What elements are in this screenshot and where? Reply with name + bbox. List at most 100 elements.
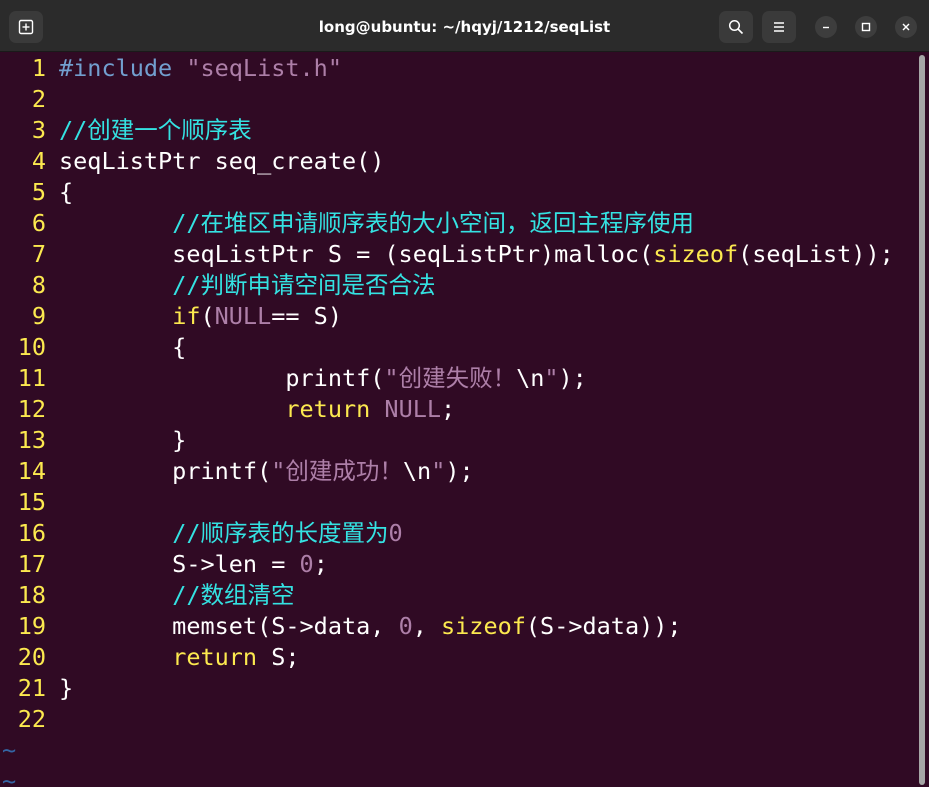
code-text: //创建一个顺序表 (59, 115, 252, 146)
menu-button[interactable] (762, 11, 796, 43)
code-token: NULL (214, 302, 272, 330)
line-number: 11 (17, 364, 46, 392)
line-number: 15 (17, 488, 46, 516)
code-token: ); (445, 457, 474, 485)
code-line: 18 //数组清空 (0, 580, 916, 611)
line-number: 6 (31, 209, 46, 237)
code-token: memset(S->data, (59, 612, 399, 640)
code-token: " (431, 457, 446, 485)
search-icon (728, 19, 744, 35)
code-line: 21} (0, 673, 916, 704)
scrollbar-thumb[interactable] (919, 55, 925, 785)
code-token: } (59, 674, 74, 702)
code-line: 17 S->len = 0; (0, 549, 916, 580)
code-token: , (412, 612, 442, 640)
code-line: 16 //顺序表的长度置为0 (0, 518, 916, 549)
line-number: 21 (17, 674, 46, 702)
close-button[interactable] (895, 16, 917, 38)
line-number: 14 (17, 457, 46, 485)
code-text: #include "seqList.h" (59, 53, 342, 84)
code-token: //顺序表的长度置为 (172, 519, 389, 547)
code-token: (S->data)); (525, 612, 682, 640)
code-token: #include (59, 54, 187, 82)
code-text: //判断申请空间是否合法 (59, 270, 435, 301)
code-text: } (59, 425, 186, 456)
line-number: 13 (17, 426, 46, 454)
code-token: return (285, 395, 371, 423)
maximize-icon (861, 22, 871, 32)
code-text: seqListPtr S = (seqListPtr)malloc(sizeof… (59, 239, 894, 270)
line-number: 17 (17, 550, 46, 578)
line-number: 2 (31, 85, 46, 113)
code-token: ); (558, 364, 587, 392)
code-text: printf("创建失败！\n"); (59, 363, 587, 394)
code-line: 8 //判断申请空间是否合法 (0, 270, 916, 301)
minimize-button[interactable] (815, 16, 837, 38)
code-line: 1 #include "seqList.h" (0, 53, 916, 84)
code-line: 10 { (0, 332, 916, 363)
line-number: 22 (17, 705, 46, 733)
minimize-icon (823, 26, 829, 29)
line-number: 4 (31, 147, 46, 175)
code-token: "创建成功！ (271, 457, 403, 485)
code-text: printf("创建成功！\n"); (59, 456, 474, 487)
line-number: 19 (17, 612, 46, 640)
code-token: 0 (388, 519, 403, 547)
code-text: } (59, 673, 73, 704)
line-number: 8 (31, 271, 46, 299)
search-button[interactable] (719, 11, 753, 43)
code-line: 2 (0, 84, 916, 115)
maximize-button[interactable] (855, 16, 877, 38)
code-line: 12 return NULL; (0, 394, 916, 425)
empty-line-tilde: ~ (2, 767, 17, 787)
code-text: S->len = 0; (59, 549, 328, 580)
line-number: 9 (31, 302, 46, 330)
code-line: 19 memset(S->data, 0, sizeof(S->data)); (0, 611, 916, 642)
code-token: 0 (398, 612, 413, 640)
code-line: 20 return S; (0, 642, 916, 673)
line-number: 1 (31, 54, 46, 82)
code-token: ; (313, 550, 328, 578)
code-text: { (59, 177, 73, 208)
line-number: 18 (17, 581, 46, 609)
code-token: (seqList)); (738, 240, 894, 268)
code-token: return (172, 643, 258, 671)
line-number: 3 (31, 116, 46, 144)
code-line: 9 if(NULL== S) (0, 301, 916, 332)
title-bar: long@ubuntu: ~/hqyj/1212/seqList (0, 0, 929, 52)
code-text: //在堆区申请顺序表的大小空间，返回主程序使用 (59, 208, 694, 239)
code-token: \n (402, 457, 432, 485)
code-token: sizeof (653, 240, 739, 268)
code-text: //顺序表的长度置为0 (59, 518, 403, 549)
line-number: 12 (17, 395, 46, 423)
code-line: 14 printf("创建成功！\n"); (0, 456, 916, 487)
line-number: 7 (31, 240, 46, 268)
vim-editor[interactable]: 1 #include "seqList.h" 2 3 //创建一个顺序表 4 seqList… (0, 53, 916, 787)
code-token: " (544, 364, 559, 392)
code-line: 22 (0, 704, 916, 735)
code-line: 11 printf("创建失败！\n"); (0, 363, 916, 394)
code-token: { (59, 333, 187, 361)
close-icon (902, 23, 910, 31)
code-text: //数组清空 (59, 580, 294, 611)
scrollbar[interactable] (918, 55, 926, 785)
code-token: \n (516, 364, 545, 392)
code-token: printf( (59, 364, 385, 392)
code-token: //创建一个顺序表 (59, 116, 252, 144)
code-token: == S) (271, 302, 342, 330)
code-text: { (59, 332, 186, 363)
empty-line-tilde: ~ (2, 736, 17, 764)
code-text: return NULL; (59, 394, 455, 425)
code-token: seqListPtr seq_create() (59, 147, 385, 175)
code-token: ; (441, 395, 456, 423)
line-number: 20 (17, 643, 46, 671)
hamburger-menu-icon (774, 22, 784, 32)
code-token: printf( (59, 457, 272, 485)
code-token: sizeof (441, 612, 526, 640)
code-token: //数组清空 (172, 581, 295, 609)
